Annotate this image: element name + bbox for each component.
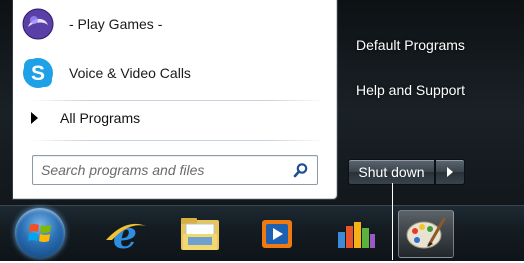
search-box[interactable] bbox=[32, 155, 318, 185]
program-item-play-games[interactable]: - Play Games - bbox=[21, 7, 162, 41]
program-label: - Play Games - bbox=[69, 16, 163, 32]
svg-text:S: S bbox=[31, 62, 45, 85]
default-programs-link[interactable]: Default Programs bbox=[356, 37, 465, 53]
media-player-icon bbox=[262, 220, 292, 248]
program-label: Voice & Video Calls bbox=[69, 65, 191, 81]
shut-down-options-button[interactable] bbox=[435, 159, 465, 185]
file-explorer-icon bbox=[181, 218, 219, 250]
taskbar-internet-explorer[interactable]: e bbox=[98, 210, 154, 258]
games-icon bbox=[21, 7, 55, 41]
all-programs-button[interactable]: All Programs bbox=[31, 110, 140, 126]
taskbar-file-explorer[interactable] bbox=[172, 210, 228, 258]
search-input[interactable] bbox=[39, 160, 283, 180]
taskbar-media-player[interactable] bbox=[250, 210, 306, 258]
windows-logo-icon bbox=[28, 224, 51, 242]
start-orb[interactable] bbox=[15, 208, 65, 258]
skype-icon: S bbox=[21, 56, 55, 90]
internet-explorer-icon: e bbox=[106, 212, 146, 257]
search-icon[interactable] bbox=[293, 162, 309, 178]
windows-live-icon bbox=[338, 222, 375, 248]
separator bbox=[30, 100, 326, 101]
help-and-support-link[interactable]: Help and Support bbox=[356, 82, 465, 98]
taskbar-paint[interactable] bbox=[398, 210, 454, 258]
arrow-right-icon bbox=[31, 112, 38, 124]
chevron-right-icon bbox=[447, 167, 453, 177]
program-item-voice-video-calls[interactable]: S Voice & Video Calls bbox=[21, 56, 191, 90]
separator bbox=[30, 140, 326, 141]
start-menu-programs-pane: - Play Games - S Voice & Video Calls All… bbox=[13, 0, 337, 199]
all-programs-label: All Programs bbox=[60, 110, 141, 126]
callout-line bbox=[392, 183, 393, 260]
paint-icon bbox=[406, 217, 446, 249]
taskbar-windows-live[interactable] bbox=[328, 210, 384, 258]
shut-down-button[interactable]: Shut down bbox=[348, 159, 435, 185]
